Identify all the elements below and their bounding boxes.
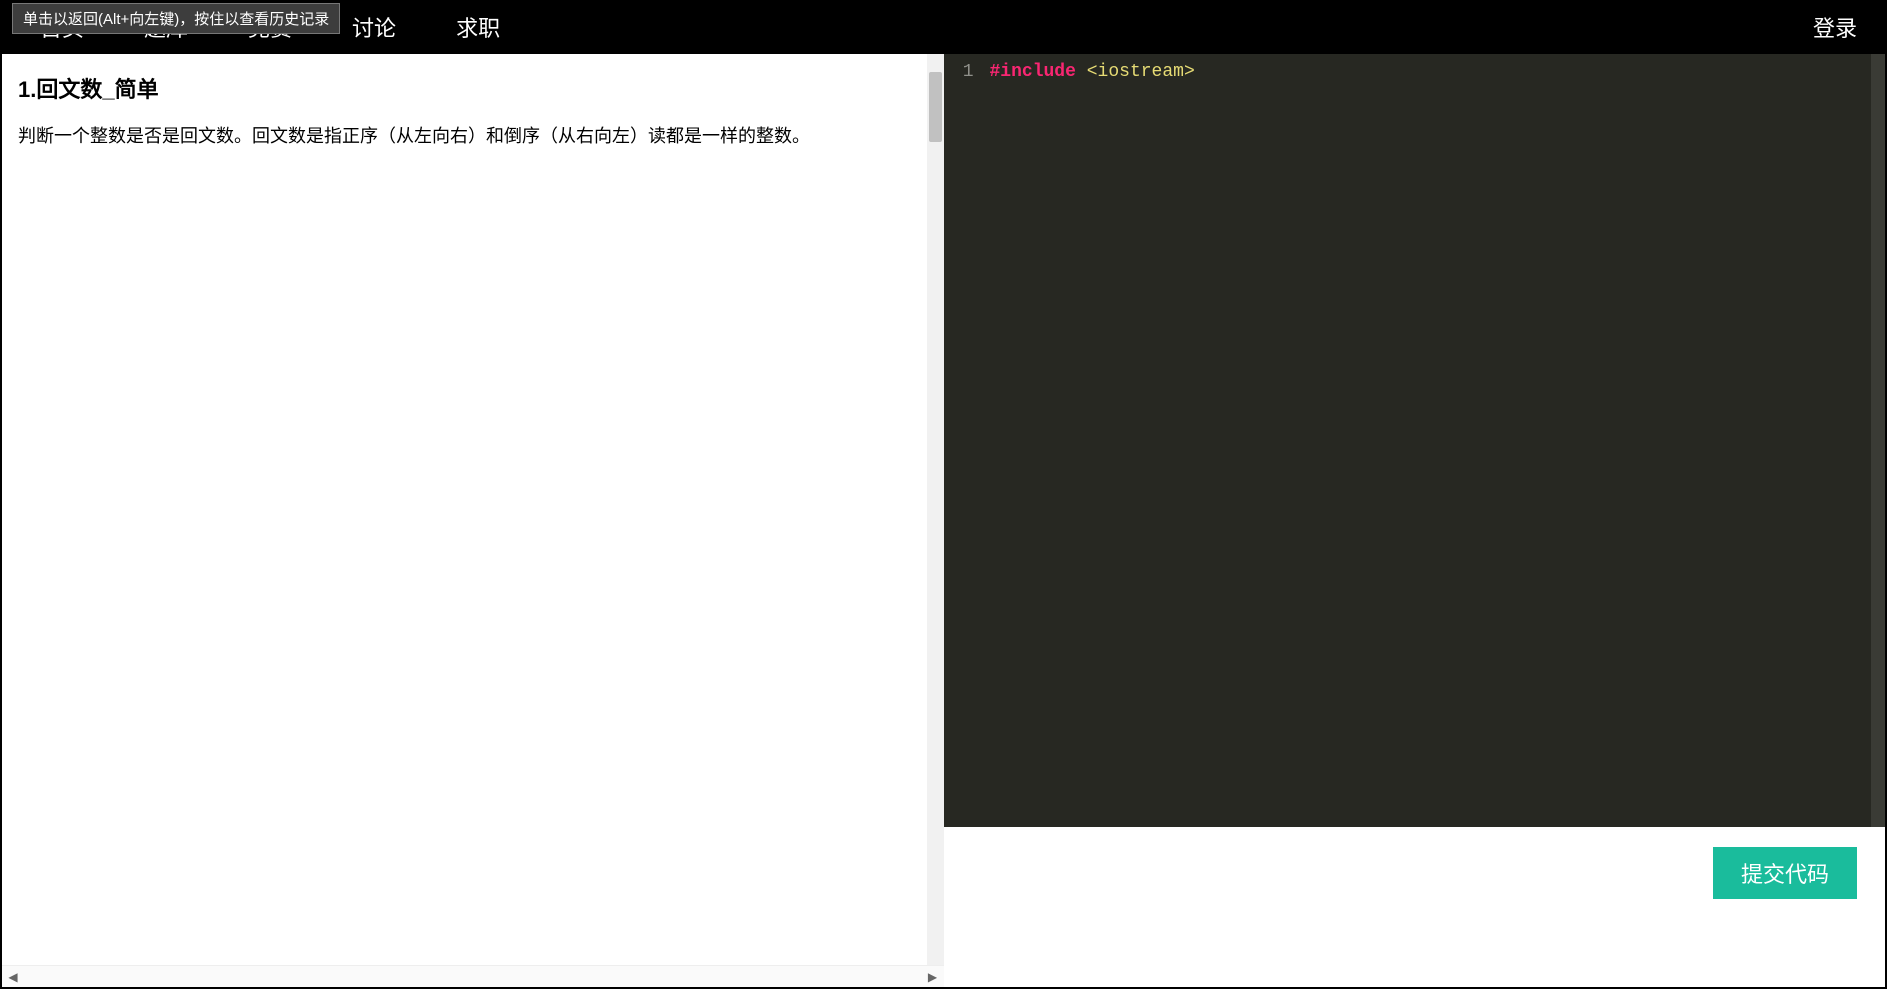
back-tooltip: 单击以返回(Alt+向左键)，按住以查看历史记录 xyxy=(12,3,340,34)
right-panel: 1 #include <iostream> 提交代码 xyxy=(944,54,1886,987)
problem-content: 1.回文数_简单 判断一个整数是否是回文数。回文数是指正序（从左向右）和倒序（从… xyxy=(2,54,944,965)
code-line: #include <iostream> xyxy=(990,60,1886,85)
submit-button[interactable]: 提交代码 xyxy=(1713,847,1857,899)
code-token: #include xyxy=(990,62,1076,82)
editor-gutter: 1 xyxy=(944,54,982,827)
left-horizontal-scrollbar[interactable]: ◀ ▶ xyxy=(2,965,944,987)
left-vertical-scrollbar[interactable] xyxy=(927,54,944,965)
code-editor[interactable]: 1 #include <iostream> xyxy=(944,54,1886,827)
problem-title: 1.回文数_简单 xyxy=(18,72,926,104)
line-number: 1 xyxy=(944,60,974,84)
code-token xyxy=(1076,62,1087,82)
scroll-right-arrow-icon[interactable]: ▶ xyxy=(922,966,944,988)
top-nav: 单击以返回(Alt+向左键)，按住以查看历史记录 首页 题库 竞赛 讨论 求职 … xyxy=(0,0,1887,54)
problem-panel: 1.回文数_简单 判断一个整数是否是回文数。回文数是指正序（从左向右）和倒序（从… xyxy=(2,54,944,987)
nav-jobs[interactable]: 求职 xyxy=(456,11,500,43)
actions-bar: 提交代码 xyxy=(944,827,1886,987)
problem-description: 判断一个整数是否是回文数。回文数是指正序（从左向右）和倒序（从右向左）读都是一样… xyxy=(18,122,926,151)
left-vertical-scroll-thumb[interactable] xyxy=(929,72,942,142)
main-split: 1.回文数_简单 判断一个整数是否是回文数。回文数是指正序（从左向右）和倒序（从… xyxy=(0,54,1887,989)
nav-discuss[interactable]: 讨论 xyxy=(352,11,396,43)
editor-code-area[interactable]: #include <iostream> xyxy=(982,54,1886,827)
login-link[interactable]: 登录 xyxy=(1813,11,1867,43)
code-token: <iostream> xyxy=(1087,62,1195,82)
editor-vertical-scrollbar[interactable] xyxy=(1871,54,1885,827)
scroll-left-arrow-icon[interactable]: ◀ xyxy=(2,966,24,988)
